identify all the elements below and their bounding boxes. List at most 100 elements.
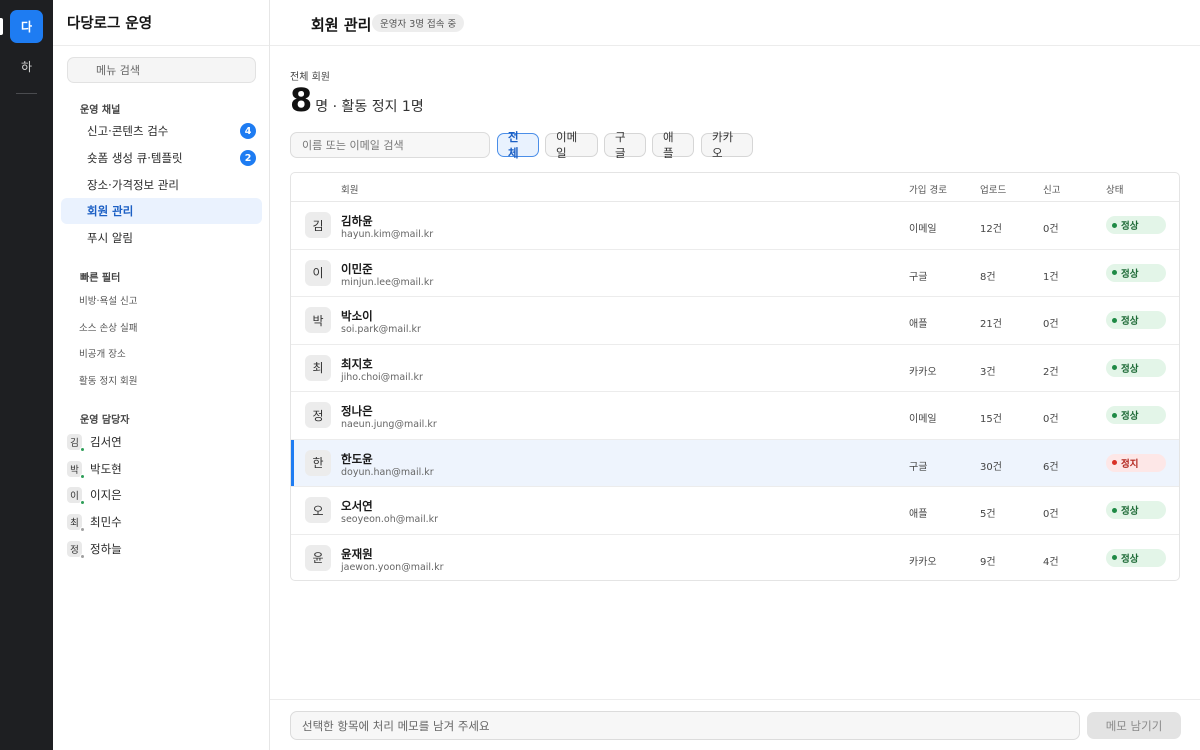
workspace-button[interactable]: 하 [10,50,43,83]
status-dot-icon [1112,460,1117,465]
status-badge: 운영자 3명 접속 중 [372,14,465,32]
status-badge: 정상 [1106,263,1166,282]
avatar: 정 [67,541,85,559]
sidebar-item[interactable]: 신고·콘텐츠 검수 4 [61,118,262,144]
avatar: 최 [305,354,331,381]
report-count: 0건 [1043,509,1059,520]
presence-indicator [80,527,85,532]
status-badge: 정상 [1106,501,1166,519]
quick-filter-link[interactable]: 비방·욕설 신고 [79,293,137,307]
member-name: 한도윤 [341,451,373,466]
section-title-channel: 운영 채널 [80,105,121,116]
status-dot-icon [1112,222,1117,228]
signup-path: 구글 [909,271,928,283]
column-header-reports[interactable]: 신고 [1043,182,1060,196]
staff-item[interactable]: 최 최민수 [67,513,122,532]
staff-item[interactable]: 김 김서연 [67,433,122,452]
status-badge: 정지 [1106,453,1166,472]
status-label: 정상 [1121,316,1139,327]
member-name: 오서연 [341,499,373,513]
filter-chip-kakao[interactable]: 카카오 [701,130,753,160]
quick-filter-link[interactable]: 비공개 장소 [79,346,126,360]
sidebar-item-label: 회원 관리 [87,204,134,218]
report-count: 1건 [1043,271,1059,283]
status-dot-icon [1112,412,1117,418]
count-badge: 2 [240,150,256,166]
avatar: 한 [305,449,331,476]
status-label: 정상 [1121,268,1139,280]
rail-divider [16,93,37,94]
filter-chip-email[interactable]: 이메일 [545,130,598,160]
sidebar-item[interactable]: 장소·가격정보 관리 [61,172,262,198]
signup-path: 이메일 [909,224,937,235]
report-count: 2건 [1043,366,1059,378]
filter-chip-all[interactable]: 전체 [497,130,539,160]
table-row[interactable]: 최 최지호 jiho.choi@mail.kr 카카오 3건 2건 정상 [291,345,1179,392]
app-rail: 다 하 [0,0,53,750]
sidebar-item-label: 숏폼 생성 큐·템플릿 [87,151,183,165]
member-table: 회원 가입 경로 업로드 신고 상태 김 김하윤 hayun.kim@mail.kr… [290,172,1180,581]
sidebar-item[interactable]: 회원 관리 [61,198,262,224]
column-header-member[interactable]: 회원 [341,182,358,196]
presence-indicator [80,554,85,559]
signup-path: 카카오 [909,366,937,378]
sidebar-item-label: 장소·가격정보 관리 [87,178,179,192]
member-email: doyun.han@mail.kr [341,466,434,478]
status-label: 정상 [1121,553,1139,565]
menu-search-input[interactable]: 메뉴 검색 [67,57,256,83]
column-header-path[interactable]: 가입 경로 [909,182,947,196]
page-title: 회원 관리 [311,16,372,34]
status-label: 정상 [1121,363,1139,375]
upload-count: 21건 [980,319,1002,330]
section-title-filters: 빠른 필터 [80,273,121,284]
table-row[interactable]: 이 이민준 minjun.lee@mail.kr 구글 8건 1건 정상 [291,250,1179,297]
column-header-status[interactable]: 상태 [1106,182,1123,196]
count-badge: 4 [240,123,256,139]
table-row[interactable]: 윤 윤재원 jaewon.yoon@mail.kr 카카오 9건 4건 정상 [291,535,1179,581]
avatar: 정 [305,402,331,428]
signup-path: 애플 [909,319,928,330]
sidebar-item[interactable]: 푸시 알림 [61,225,262,251]
table-row[interactable]: 정 정나은 naeun.jung@mail.kr 이메일 15건 0건 정상 [291,392,1179,440]
avatar: 오 [305,497,331,523]
quick-filter-link[interactable]: 활동 정지 회원 [79,373,137,387]
table-row[interactable]: 김 김하윤 hayun.kim@mail.kr 이메일 12건 0건 정상 [291,202,1179,250]
filter-chip-apple[interactable]: 애플 [652,130,694,160]
upload-count: 9건 [980,556,996,568]
status-label: 정지 [1121,458,1139,470]
staff-item[interactable]: 정 정하늘 [67,540,122,559]
staff-name: 이지은 [90,488,122,502]
upload-count: 3건 [980,366,996,378]
table-row[interactable]: 한 한도윤 doyun.han@mail.kr 구글 30건 6건 정지 [291,439,1179,487]
table-row[interactable]: 오 오서연 seoyeon.oh@mail.kr 애플 5건 0건 정상 [291,487,1179,535]
filter-chip-google[interactable]: 구글 [604,130,646,160]
sidebar-item[interactable]: 숏폼 생성 큐·템플릿 2 [61,145,262,171]
save-memo-button[interactable]: 메모 남기기 [1087,712,1181,739]
status-dot-icon [1112,365,1117,370]
quick-filter-link[interactable]: 소스 손상 실패 [79,320,137,334]
member-name: 최지호 [341,356,373,371]
status-label: 정상 [1121,506,1139,517]
staff-item[interactable]: 박 박도현 [67,460,122,479]
member-name: 윤재원 [341,546,373,561]
section-title-staff: 운영 담당자 [80,415,130,426]
status-dot-icon [1112,270,1117,275]
table-header: 회원 가입 경로 업로드 신고 상태 [291,173,1179,202]
member-search-input[interactable]: 이름 또는 이메일 검색 [290,132,490,158]
column-header-uploads[interactable]: 업로드 [980,182,1006,196]
upload-count: 12건 [980,224,1002,235]
sidebar: 다당로그 운영 메뉴 검색 운영 채널 신고·콘텐츠 검수 4 숏폼 생성 큐·템플… [53,0,270,750]
staff-name: 박도현 [90,462,122,476]
sidebar-item-label: 푸시 알림 [87,231,133,245]
avatar: 최 [67,514,85,532]
memo-input[interactable]: 선택한 항목에 처리 메모를 남겨 주세요 [290,711,1080,740]
staff-name: 최민수 [90,515,122,529]
staff-item[interactable]: 이 이지은 [67,486,122,505]
member-name: 정나은 [341,404,373,418]
rail-active-indicator [0,18,3,35]
avatar: 김 [67,434,85,452]
workspace-button-active[interactable]: 다 [10,10,43,43]
table-row[interactable]: 박 박소이 soi.park@mail.kr 애플 21건 0건 정상 [291,297,1179,345]
status-dot-icon [1112,555,1117,560]
signup-path: 애플 [909,509,928,520]
